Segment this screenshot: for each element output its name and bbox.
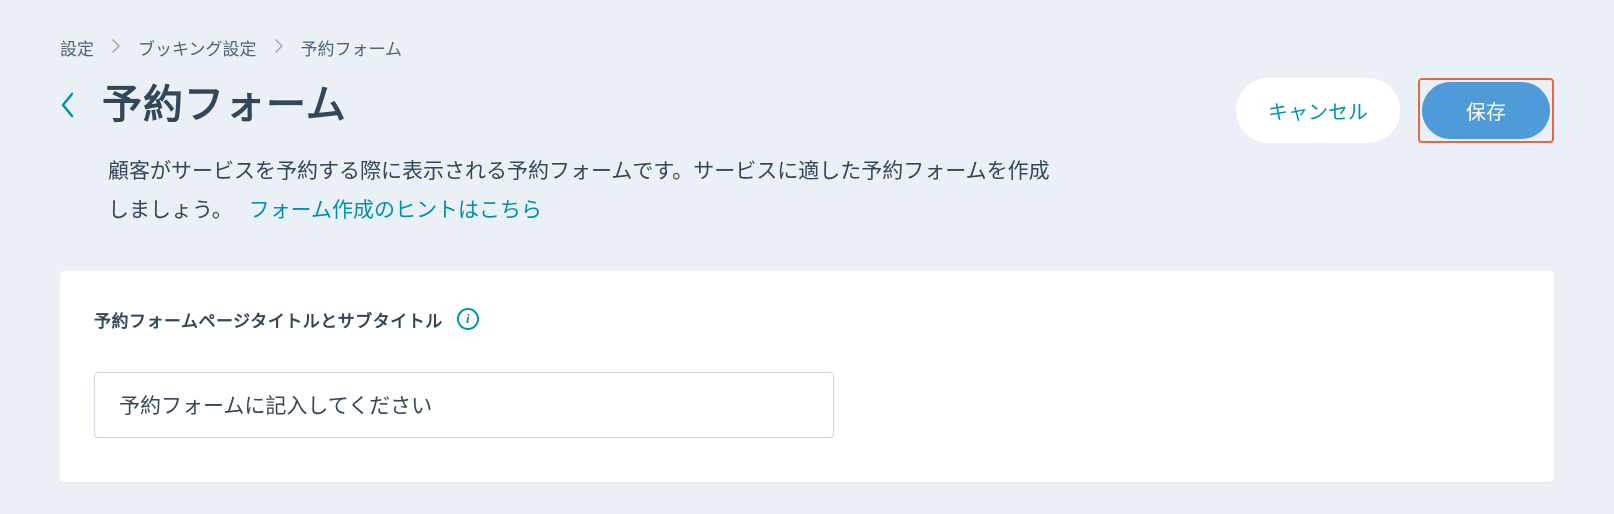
cancel-button[interactable]: キャンセル bbox=[1236, 78, 1400, 143]
info-icon[interactable]: i bbox=[457, 308, 479, 330]
chevron-right-icon bbox=[112, 38, 120, 58]
save-button[interactable]: 保存 bbox=[1422, 82, 1550, 139]
breadcrumb-item-booking-form: 予約フォーム bbox=[301, 35, 403, 60]
hint-link[interactable]: フォーム作成のヒントはこちら bbox=[249, 199, 542, 222]
form-card: 予約フォームページタイトルとサブタイトル i bbox=[60, 271, 1554, 482]
breadcrumb-item-settings[interactable]: 設定 bbox=[60, 35, 94, 60]
breadcrumb-item-booking-settings[interactable]: ブッキング設定 bbox=[138, 35, 257, 60]
page-title-input[interactable] bbox=[94, 372, 834, 438]
page-description: 顧客がサービスを予約する際に表示される予約フォームです。サービスに適した予約フォ… bbox=[108, 153, 1058, 231]
page-title: 予約フォーム bbox=[102, 72, 347, 130]
breadcrumb: 設定 ブッキング設定 予約フォーム bbox=[60, 35, 1554, 60]
section-title: 予約フォームページタイトルとサブタイトル bbox=[94, 307, 443, 332]
back-button[interactable] bbox=[60, 92, 74, 118]
chevron-right-icon bbox=[275, 38, 283, 58]
